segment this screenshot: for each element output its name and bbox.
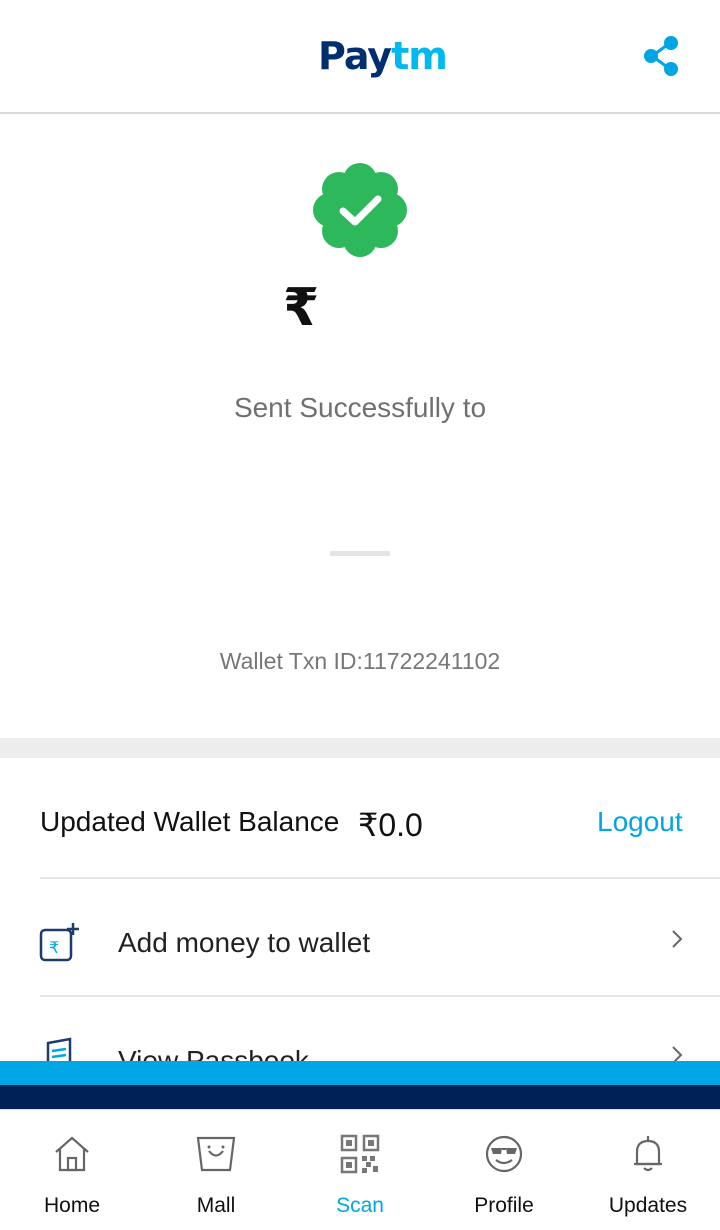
bottom-tab-bar: Home Mall Scan Profile Updates: [0, 1109, 720, 1230]
add-money-label: Add money to wallet: [118, 927, 371, 958]
qr-scan-icon: [340, 1134, 380, 1174]
tab-updates[interactable]: Updates: [576, 1110, 720, 1230]
tab-scan[interactable]: Scan: [288, 1110, 432, 1230]
tab-profile[interactable]: Profile: [432, 1110, 576, 1230]
wallet-txn-id: Wallet Txn ID:11722241102: [219, 648, 501, 674]
app-header: Paytm: [0, 0, 720, 114]
tab-label: Profile: [474, 1194, 534, 1217]
add-money-row[interactable]: ₹ Add money to wallet: [0, 879, 720, 997]
divider-dash: [330, 551, 390, 556]
wallet-balance-label: Updated Wallet Balance: [40, 806, 340, 837]
share-icon[interactable]: [640, 34, 684, 78]
sent-success-text: Sent Successfully to: [233, 392, 487, 423]
paytm-logo: Paytm: [318, 34, 448, 78]
tab-home[interactable]: Home: [0, 1110, 144, 1230]
view-passbook-label: View Passbook: [118, 1045, 309, 1061]
logout-link[interactable]: Logout: [597, 806, 683, 838]
bell-icon: [628, 1134, 668, 1174]
passbook-icon: [38, 1037, 82, 1061]
brand-stripe-dark: [0, 1085, 720, 1109]
wallet-balance-value: ₹0.0: [358, 807, 423, 843]
chevron-right-icon: [668, 927, 686, 951]
brand-stripe-light: [0, 1061, 720, 1085]
tab-mall[interactable]: Mall: [144, 1110, 288, 1230]
tab-label: Mall: [196, 1194, 236, 1217]
add-money-wallet-icon: ₹: [38, 921, 82, 965]
tab-label: Scan: [336, 1194, 384, 1217]
view-passbook-row[interactable]: View Passbook: [0, 997, 720, 1061]
tab-label: Home: [43, 1194, 101, 1217]
amount-currency-symbol: ₹: [283, 279, 320, 337]
success-check-badge-icon: [312, 162, 408, 258]
profile-face-icon: [484, 1134, 524, 1174]
chevron-right-icon: [668, 1043, 686, 1061]
mall-bag-icon: [196, 1134, 236, 1174]
home-icon: [52, 1134, 92, 1174]
svg-text:₹: ₹: [49, 938, 59, 957]
tab-label: Updates: [608, 1194, 688, 1217]
section-separator: [0, 738, 720, 758]
